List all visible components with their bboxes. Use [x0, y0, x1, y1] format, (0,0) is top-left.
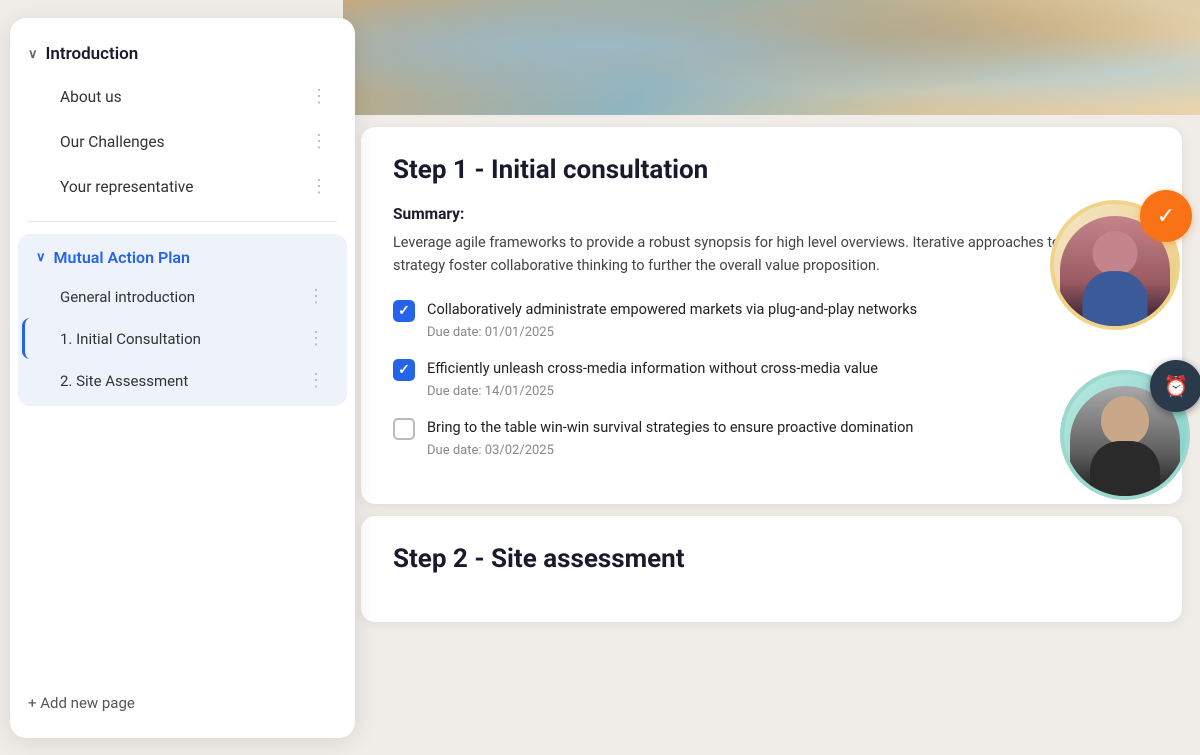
intro-section-label: Introduction: [46, 44, 139, 64]
representative-label: Your representative: [60, 178, 193, 196]
summary-text: Leverage agile frameworks to provide a r…: [393, 231, 1150, 277]
task-2-due: Due date: 14/01/2025: [393, 384, 1150, 399]
sidebar: ∨ Introduction About us ⋮ Our Challenges…: [10, 18, 355, 738]
intro-items: About us ⋮ Our Challenges ⋮ Your represe…: [10, 70, 355, 213]
task-item-3: Bring to the table win-win survival stra…: [393, 417, 1150, 458]
general-intro-label: General introduction: [60, 288, 195, 306]
sidebar-divider: [28, 221, 337, 222]
task-row-1: ✓ Collaboratively administrate empowered…: [393, 299, 1150, 322]
about-us-label: About us: [60, 88, 122, 106]
check-icon-2: ✓: [398, 362, 410, 378]
main-content: Step 1 - Initial consultation Summary: L…: [343, 0, 1200, 755]
initial-consultation-menu-icon[interactable]: ⋮: [307, 328, 325, 349]
sidebar-item-site-assessment[interactable]: 2. Site Assessment ⋮: [22, 360, 343, 401]
task-2-checkbox[interactable]: ✓: [393, 359, 415, 381]
sidebar-item-challenges[interactable]: Our Challenges ⋮: [18, 120, 347, 163]
sidebar-item-representative[interactable]: Your representative ⋮: [18, 165, 347, 208]
representative-menu-icon[interactable]: ⋮: [310, 176, 329, 197]
task-item-2: ✓ Efficiently unleash cross-media inform…: [393, 358, 1150, 399]
scroll-area[interactable]: Step 1 - Initial consultation Summary: L…: [343, 0, 1200, 640]
task-row-2: ✓ Efficiently unleash cross-media inform…: [393, 358, 1150, 381]
intro-section-header[interactable]: ∨ Introduction: [10, 36, 355, 70]
task-1-due: Due date: 01/01/2025: [393, 325, 1150, 340]
challenges-label: Our Challenges: [60, 133, 165, 151]
general-intro-menu-icon[interactable]: ⋮: [307, 286, 325, 307]
task-1-text: Collaboratively administrate empowered m…: [427, 299, 917, 321]
step2-card: Step 2 - Site assessment: [361, 516, 1182, 622]
summary-label: Summary:: [393, 205, 1150, 223]
task-row-3: Bring to the table win-win survival stra…: [393, 417, 1150, 440]
hero-image: [343, 0, 1200, 115]
task-2-text: Efficiently unleash cross-media informat…: [427, 358, 878, 380]
site-assessment-menu-icon[interactable]: ⋮: [307, 370, 325, 391]
about-us-menu-icon[interactable]: ⋮: [310, 86, 329, 107]
step2-title: Step 2 - Site assessment: [393, 544, 1150, 574]
add-page-label: + Add new page: [28, 694, 135, 712]
initial-consultation-label: 1. Initial Consultation: [60, 330, 201, 348]
mutual-chevron-icon: ∨: [36, 250, 46, 265]
sidebar-item-about-us[interactable]: About us ⋮: [18, 75, 347, 118]
mutual-section: ∨ Mutual Action Plan General introductio…: [18, 234, 347, 406]
mutual-section-label: Mutual Action Plan: [54, 248, 190, 267]
site-assessment-label: 2. Site Assessment: [60, 372, 188, 390]
sidebar-item-general-intro[interactable]: General introduction ⋮: [22, 276, 343, 317]
step1-title: Step 1 - Initial consultation: [393, 155, 1150, 185]
add-new-page-button[interactable]: + Add new page: [10, 682, 355, 720]
intro-chevron-icon: ∨: [28, 47, 38, 62]
task-item-1: ✓ Collaboratively administrate empowered…: [393, 299, 1150, 340]
mutual-section-header[interactable]: ∨ Mutual Action Plan: [18, 238, 347, 275]
task-1-checkbox[interactable]: ✓: [393, 300, 415, 322]
check-icon-1: ✓: [398, 303, 410, 319]
challenges-menu-icon[interactable]: ⋮: [310, 131, 329, 152]
task-3-checkbox[interactable]: [393, 418, 415, 440]
step1-card: Step 1 - Initial consultation Summary: L…: [361, 127, 1182, 504]
task-3-due: Due date: 03/02/2025: [393, 443, 1150, 458]
task-3-text: Bring to the table win-win survival stra…: [427, 417, 913, 439]
sidebar-item-initial-consultation[interactable]: 1. Initial Consultation ⋮: [22, 318, 343, 359]
